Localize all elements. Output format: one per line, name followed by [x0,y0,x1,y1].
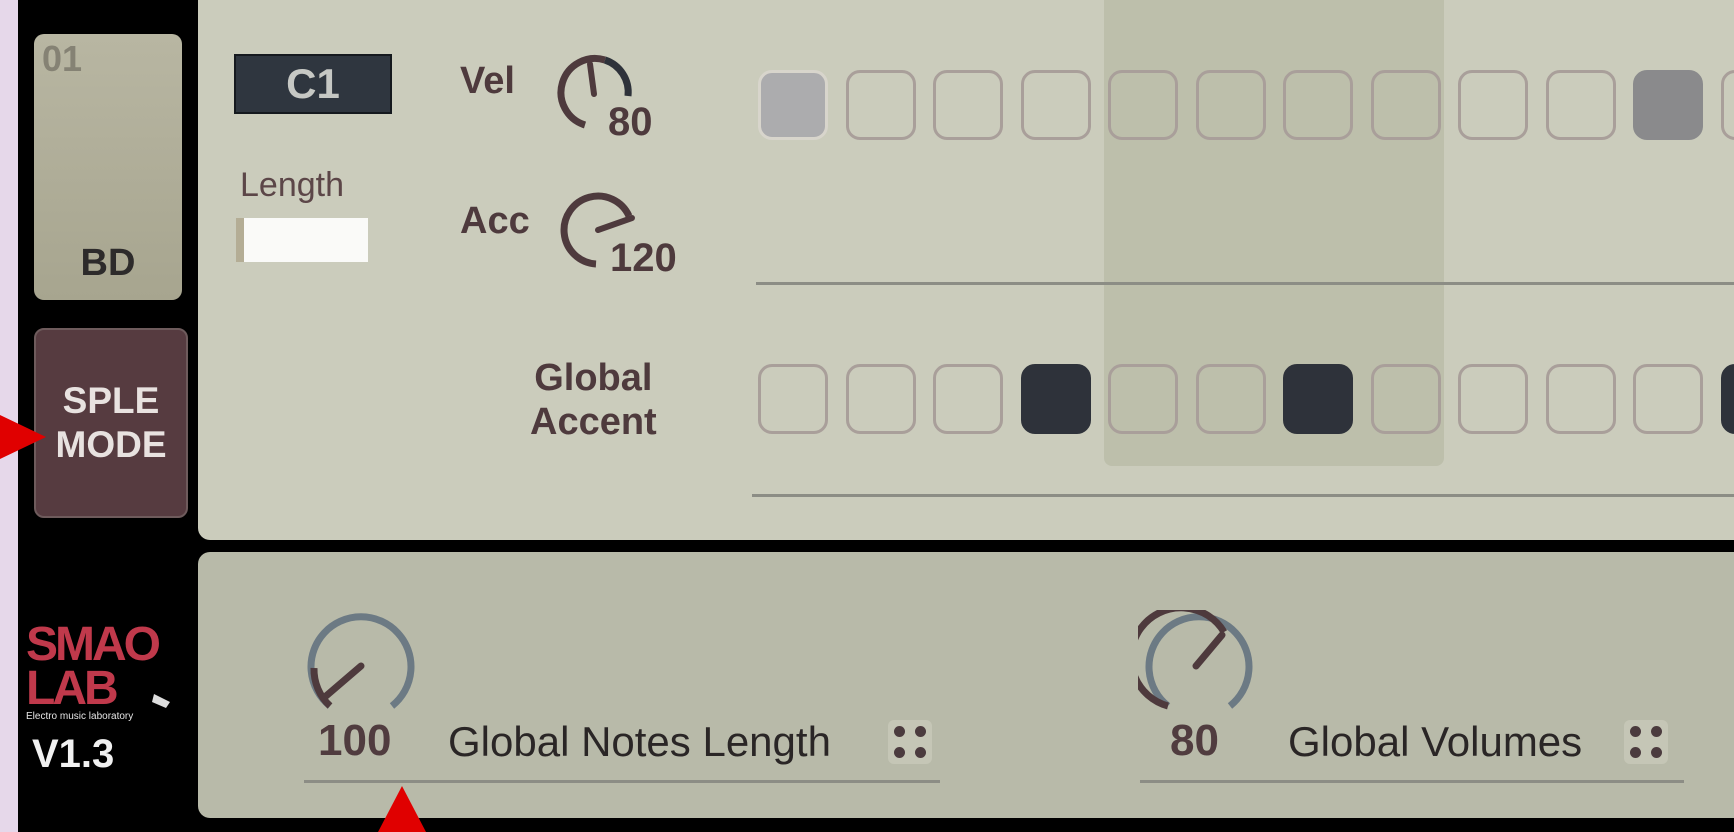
drag-handle-icon[interactable] [888,720,932,764]
accent-step[interactable] [1283,364,1353,434]
velocity-step[interactable] [1283,70,1353,140]
note-display[interactable]: C1 [234,54,392,114]
global-controls-panel [198,552,1734,818]
sple-mode-label: SPLE MODE [55,380,167,465]
track-pad[interactable]: 01 BD [34,34,182,300]
velocity-step[interactable] [933,70,1003,140]
accent-step[interactable] [1458,364,1528,434]
global-notes-length-knob[interactable] [300,610,420,720]
svg-text:Electro music laboratory: Electro music laboratory [26,711,133,722]
velocity-step[interactable] [845,70,916,140]
accent-step[interactable] [1108,364,1178,434]
accent-value: 120 [610,236,677,280]
velocity-value: 80 [608,100,653,144]
pointer-arrow-icon [378,786,426,832]
version-label: V1.3 [32,732,115,776]
accent-step[interactable] [1370,364,1441,434]
accent-step[interactable] [1195,364,1266,434]
divider [304,780,940,783]
length-label: Length [240,166,344,204]
accent-step[interactable] [758,364,828,434]
accent-step[interactable] [1545,364,1616,434]
global-volumes-label: Global Volumes [1288,718,1583,765]
accent-step[interactable] [1720,364,1734,434]
velocity-step[interactable] [758,70,828,140]
velocity-step[interactable] [1633,70,1703,140]
track-number: 01 [42,38,83,79]
svg-text:LAB: LAB [26,662,117,715]
accent-step[interactable] [1020,364,1091,434]
sple-mode-button[interactable]: SPLE MODE [34,328,188,518]
global-notes-length-label: Global Notes Length [448,718,831,765]
velocity-step[interactable] [1108,70,1178,140]
track-name: BD [80,242,136,284]
velocity-step[interactable] [1370,70,1441,140]
velocity-step[interactable] [1020,70,1091,140]
divider [756,282,1734,285]
divider [1140,780,1684,783]
accent-step[interactable] [933,364,1003,434]
pointer-arrow-icon [0,415,46,459]
velocity-step[interactable] [1720,70,1734,140]
global-notes-length-value: 100 [318,716,392,765]
length-slider[interactable] [236,218,368,262]
velocity-step[interactable] [1545,70,1616,140]
accent-step[interactable] [845,364,916,434]
accent-label: Acc [460,200,530,242]
velocity-label: Vel [460,60,515,102]
smaolab-logo: SMAO LAB Electro music laboratory [26,618,170,722]
accent-step[interactable] [1633,364,1703,434]
divider [752,494,1734,497]
global-accent-label: Global Accent [530,357,657,443]
drag-handle-icon[interactable] [1624,720,1668,764]
global-volumes-knob[interactable] [1138,610,1258,720]
velocity-step[interactable] [1195,70,1266,140]
velocity-step[interactable] [1458,70,1528,140]
global-volumes-value: 80 [1170,716,1219,765]
